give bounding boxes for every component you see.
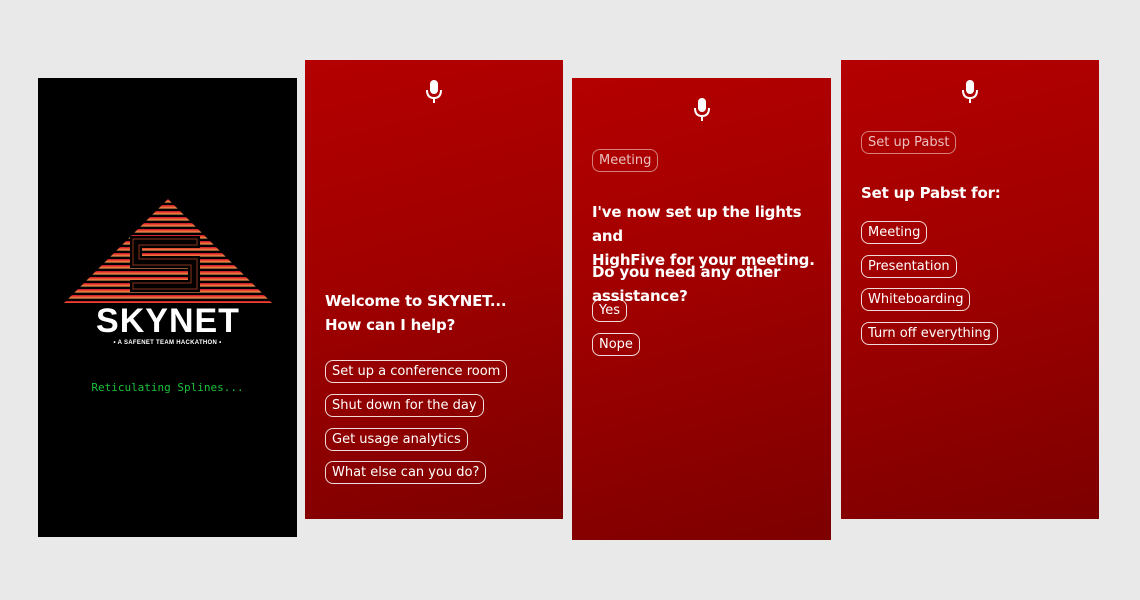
tagline: • A SAFENET TEAM HACKATHON • — [113, 340, 222, 346]
heading-line-2: How can I help? — [325, 316, 456, 334]
heading-line-1: Welcome to SKYNET... — [325, 292, 507, 310]
microphone-icon[interactable] — [960, 79, 980, 105]
logo-stripe — [64, 229, 272, 233]
logo-stripe — [64, 271, 272, 275]
assistance-question: Do you need any other assistance? — [592, 263, 781, 305]
logo-stripe — [64, 199, 272, 203]
loading-status: Reticulating Splines... — [91, 381, 244, 394]
option-presentation[interactable]: Presentation — [861, 255, 957, 278]
logo-wordmark: SKYNET — [96, 302, 240, 340]
logo-stripe — [64, 217, 272, 221]
microphone-icon[interactable] — [424, 79, 444, 105]
context-chip-pabst: Set up Pabst — [861, 131, 957, 154]
pabst-screen: Set up Pabst Set up Pabst for: Meeting P… — [841, 60, 1099, 519]
option-whiteboarding[interactable]: Whiteboarding — [861, 288, 971, 311]
option-what-else[interactable]: What else can you do? — [325, 461, 487, 484]
welcome-heading: Welcome to SKYNET... How can I help? — [325, 289, 507, 337]
option-turn-off-everything[interactable]: Turn off everything — [861, 322, 998, 345]
microphone-icon[interactable] — [692, 97, 712, 123]
skynet-logo: SKYNET — [64, 199, 272, 340]
message-line-1: I've now set up the lights and — [592, 203, 802, 245]
splash-screen: SKYNET • A SAFENET TEAM HACKATHON • Reti… — [38, 78, 297, 537]
meeting-screen: Meeting I've now set up the lights and H… — [572, 78, 831, 540]
option-yes[interactable]: Yes — [592, 299, 627, 322]
logo-stripe — [64, 223, 272, 227]
context-chip-meeting: Meeting — [592, 149, 659, 172]
option-shut-down[interactable]: Shut down for the day — [325, 394, 484, 417]
welcome-screen: Welcome to SKYNET... How can I help? Set… — [305, 60, 563, 519]
option-conference-room[interactable]: Set up a conference room — [325, 360, 508, 383]
logo-stripe — [64, 295, 272, 299]
logo-stripe — [64, 211, 272, 215]
pabst-heading: Set up Pabst for: — [861, 184, 1001, 202]
option-meeting[interactable]: Meeting — [861, 221, 928, 244]
logo-stripe — [64, 205, 272, 209]
option-nope[interactable]: Nope — [592, 333, 640, 356]
option-usage-analytics[interactable]: Get usage analytics — [325, 428, 468, 451]
